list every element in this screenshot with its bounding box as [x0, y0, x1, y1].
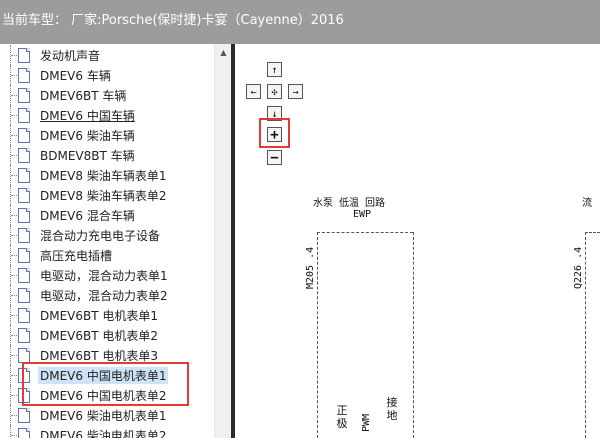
label-ground: 接地 — [386, 396, 398, 422]
box2-top-edge — [585, 232, 600, 233]
tree-item[interactable]: DMEV6 混合车辆 — [0, 205, 214, 225]
pan-left-button[interactable]: ← — [246, 84, 261, 99]
document-icon — [18, 108, 30, 123]
tree-item-label: DMEV6 中国车辆 — [40, 109, 135, 123]
tree-item-label: 电驱动，混合动力表单2 — [40, 289, 168, 303]
box2-left-edge — [585, 232, 586, 438]
tree-item[interactable]: DMEV6 柴油电机表单1 — [0, 405, 214, 425]
document-icon — [18, 268, 30, 283]
document-icon — [18, 228, 30, 243]
tree-item-label: DMEV6 柴油车辆 — [40, 129, 135, 143]
zoom-out-button[interactable]: − — [267, 150, 282, 166]
document-icon — [18, 148, 30, 163]
label-pwm: PWM — [361, 413, 372, 432]
tree-item-label: DMEV6 车辆 — [40, 69, 111, 83]
label-positive: 正极 — [336, 404, 348, 430]
box-left-edge — [317, 232, 318, 438]
document-icon — [18, 348, 30, 363]
document-icon — [18, 248, 30, 263]
document-icon — [18, 128, 30, 143]
tree-item[interactable]: 电驱动，混合动力表单1 — [0, 265, 214, 285]
section-title-flow: 流 — [582, 198, 592, 209]
tree-item[interactable]: DMEV8 柴油车辆表单2 — [0, 185, 214, 205]
document-icon — [18, 88, 30, 103]
document-icon — [18, 428, 30, 438]
tree-item-label: DMEV6BT 电机表单1 — [40, 309, 159, 323]
tree-item[interactable]: DMEV6BT 车辆 — [0, 85, 214, 105]
tree-item[interactable]: 电驱动，混合动力表单2 — [0, 285, 214, 305]
tree-item[interactable]: BDMEV8BT 车辆 — [0, 145, 214, 165]
tree-item-label: 电驱动，混合动力表单1 — [40, 269, 168, 283]
tree-item-label: DMEV6 混合车辆 — [40, 209, 135, 223]
tree-item-label: DMEV6 柴油电机表单2 — [40, 429, 167, 438]
box-top-edge — [317, 232, 413, 233]
pan-up-button[interactable]: ↑ — [267, 62, 282, 77]
tree-item[interactable]: DMEV8 柴油车辆表单1 — [0, 165, 214, 185]
tree-item[interactable]: 发动机声音 — [0, 45, 214, 65]
pin-label-m205: M205 .4 — [305, 246, 316, 289]
tree-item[interactable]: DMEV6 车辆 — [0, 65, 214, 85]
document-icon — [18, 68, 30, 83]
tree-item-label: BDMEV8BT 车辆 — [40, 149, 135, 163]
scroll-up-icon[interactable]: ▲ — [215, 44, 232, 61]
document-icon — [18, 48, 30, 63]
document-icon — [18, 288, 30, 303]
tree-item-label: DMEV6BT 电机表单2 — [40, 329, 159, 343]
document-icon — [18, 188, 30, 203]
red-highlight-box — [22, 362, 189, 406]
tree-item[interactable]: DMEV6 柴油车辆 — [0, 125, 214, 145]
tree-item-label: DMEV8 柴油车辆表单2 — [40, 189, 167, 203]
document-icon — [18, 208, 30, 223]
pin-label-q226: Q226 .4 — [573, 246, 584, 289]
tree-item-label: DMEV6BT 车辆 — [40, 89, 127, 103]
wiring-diagram: ↑ ← ✣ → ↓ + − 水泵 低温 回路 EWP 流 M205 .4 Q22… — [235, 44, 600, 438]
document-icon — [18, 328, 30, 343]
title-bar: 当前车型： 厂家:Porsche(保时捷)卡宴（Cayenne）2016 — [0, 0, 600, 44]
document-icon — [18, 308, 30, 323]
document-icon — [18, 168, 30, 183]
tree-item-label: 高压充电插槽 — [40, 249, 113, 263]
current-vehicle-title: 当前车型： 厂家:Porsche(保时捷)卡宴（Cayenne）2016 — [2, 13, 344, 28]
pan-right-button[interactable]: → — [288, 84, 303, 99]
tree-item[interactable]: DMEV6BT 电机表单2 — [0, 325, 214, 345]
tree-item[interactable]: DMEV6 柴油电机表单2 — [0, 425, 214, 438]
tree-item[interactable]: DMEV6 中国车辆 — [0, 105, 214, 125]
tree-item[interactable]: 混合动力充电电子设备 — [0, 225, 214, 245]
tree-panel: 发动机声音 DMEV6 车辆 DMEV6BT 车辆 DMEV6 中国车辆 DME… — [0, 44, 214, 438]
section-subtitle-ewp: EWP — [353, 209, 372, 220]
zoom-highlight-box — [259, 118, 290, 148]
tree-item-label: 发动机声音 — [40, 49, 101, 63]
tree-item-label: 混合动力充电电子设备 — [40, 229, 161, 243]
tree-item[interactable]: 高压充电插槽 — [0, 245, 214, 265]
tree-scrollbar[interactable]: ▲ — [214, 44, 232, 438]
center-button[interactable]: ✣ — [267, 84, 282, 99]
tree-item[interactable]: DMEV6BT 电机表单1 — [0, 305, 214, 325]
document-icon — [18, 408, 30, 423]
tree-item-label: DMEV8 柴油车辆表单1 — [40, 169, 167, 183]
section-title-pump: 水泵 低温 回路 — [313, 198, 386, 209]
box-right-edge — [413, 232, 414, 438]
tree-item-label: DMEV6 柴油电机表单1 — [40, 409, 167, 423]
